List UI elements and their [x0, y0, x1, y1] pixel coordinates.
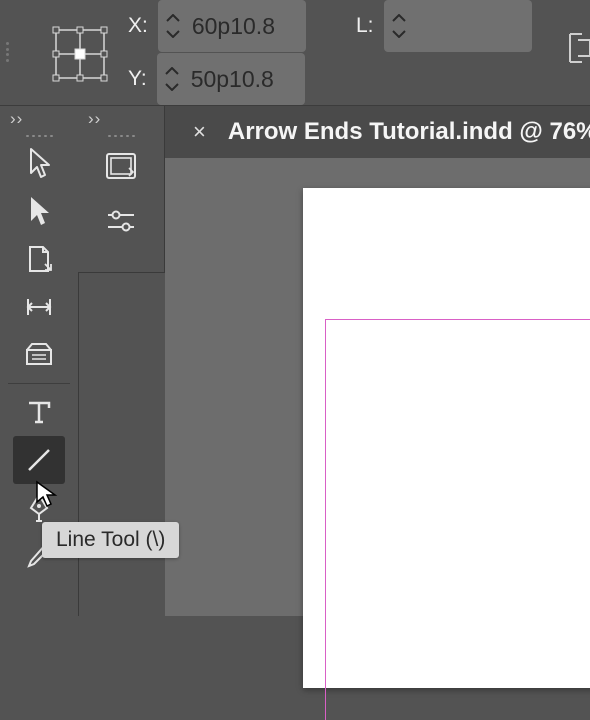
tab-close-button[interactable]: × — [193, 119, 206, 145]
line-tool[interactable] — [13, 436, 65, 484]
margin-guide — [325, 319, 590, 720]
content-collector-tool[interactable] — [13, 331, 65, 379]
x-field[interactable] — [158, 0, 306, 52]
y-spinner[interactable] — [157, 67, 187, 91]
l-field[interactable] — [384, 0, 532, 52]
chevron-up-icon — [165, 67, 179, 75]
selection-tool[interactable] — [13, 139, 65, 187]
panel-drag-grip[interactable] — [0, 132, 78, 139]
canvas-pasteboard[interactable] — [165, 158, 590, 616]
document-area: × Arrow Ends Tutorial.indd @ 76% [G — [165, 106, 590, 616]
x-input[interactable] — [188, 13, 306, 40]
panel-grip[interactable] — [6, 42, 10, 62]
y-coordinate-group: Y: — [128, 53, 305, 105]
chevron-down-icon — [392, 30, 406, 38]
page-tool[interactable] — [13, 235, 65, 283]
secondary-panel: ›› — [78, 106, 165, 273]
tool-tooltip: Line Tool (\) — [42, 522, 179, 558]
y-label: Y: — [128, 67, 147, 91]
tool-separator — [8, 383, 70, 384]
x-coordinate-group: X: — [128, 0, 306, 52]
chevron-down-icon — [166, 30, 180, 38]
tools-panel-expander[interactable]: ›› — [0, 106, 78, 132]
chevron-up-icon — [166, 14, 180, 22]
chevron-down-icon — [165, 83, 179, 91]
type-tool[interactable] — [13, 388, 65, 436]
reference-point-widget[interactable] — [48, 22, 112, 86]
document-title[interactable]: Arrow Ends Tutorial.indd @ 76% [G — [228, 118, 590, 146]
direct-selection-tool[interactable] — [13, 187, 65, 235]
chevron-up-icon — [392, 14, 406, 22]
constrain-icon[interactable] — [566, 28, 590, 68]
l-label: L: — [356, 14, 374, 38]
l-input[interactable] — [414, 13, 532, 40]
control-bar: X: Y: L: — [0, 0, 590, 105]
gap-tool[interactable] — [13, 283, 65, 331]
cc-libraries-button[interactable] — [95, 141, 147, 191]
y-input[interactable] — [187, 66, 305, 93]
y-field[interactable] — [157, 53, 305, 105]
secondary-panel-expander[interactable]: ›› — [78, 106, 164, 132]
properties-button[interactable] — [95, 197, 147, 247]
x-label: X: — [128, 14, 148, 38]
l-spinner[interactable] — [384, 14, 414, 38]
panel-drag-grip[interactable] — [78, 132, 164, 139]
x-spinner[interactable] — [158, 14, 188, 38]
length-group: L: — [356, 0, 532, 52]
document-tabstrip: × Arrow Ends Tutorial.indd @ 76% [G — [165, 106, 590, 158]
